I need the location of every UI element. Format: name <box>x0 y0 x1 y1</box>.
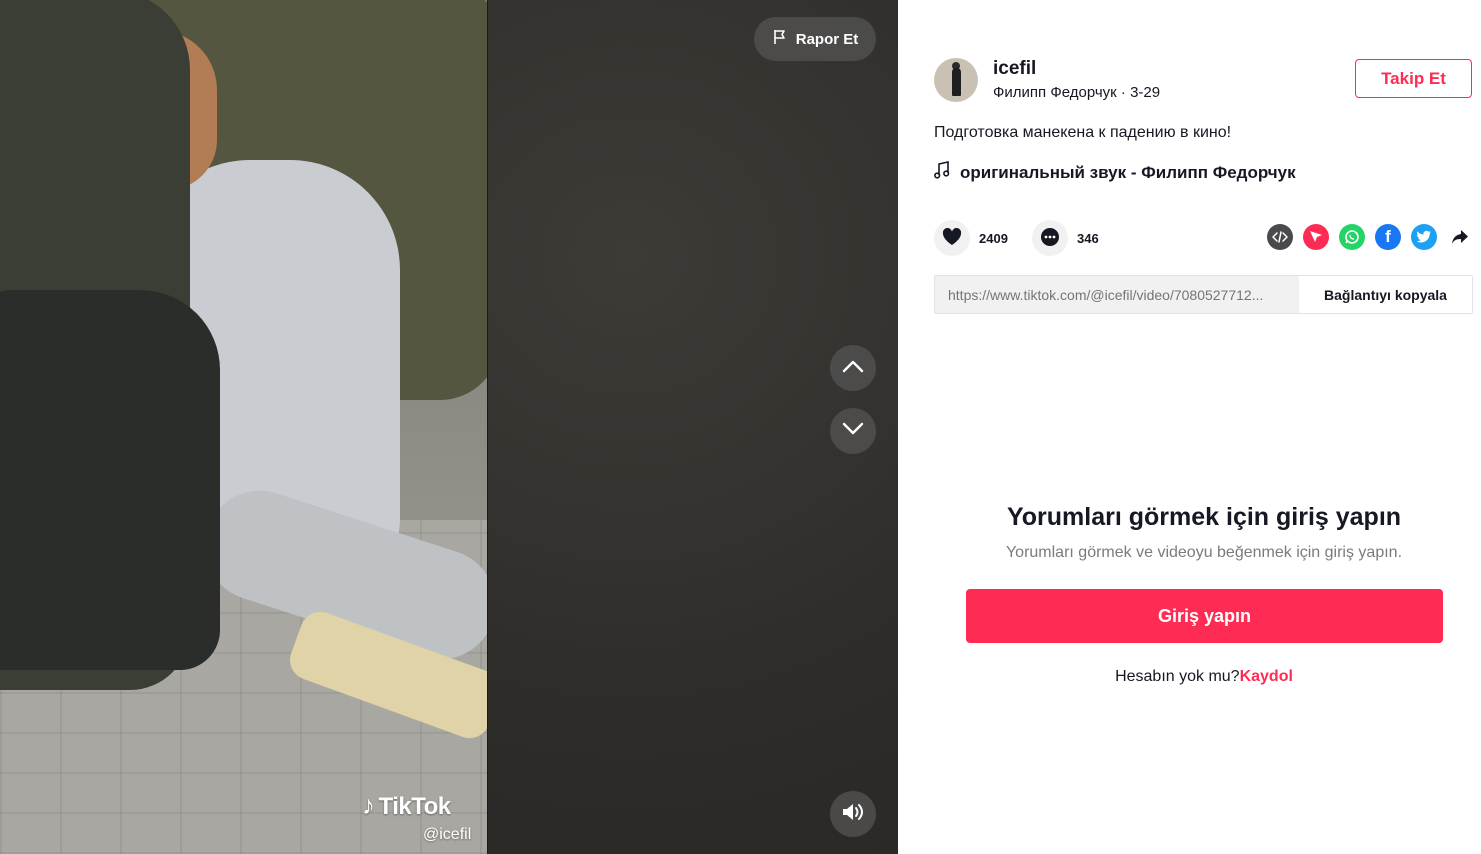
music-link[interactable]: оригинальный звук - Филипп Федорчук <box>934 161 1296 184</box>
comment-button[interactable] <box>1032 220 1068 256</box>
flag-icon <box>772 29 788 49</box>
twitter-icon[interactable] <box>1411 224 1437 250</box>
tiktok-logo-icon: ♪ <box>362 790 375 820</box>
music-title: оригинальный звук - Филипп Федорчук <box>960 162 1296 182</box>
login-title: Yorumları görmek için giriş yapın <box>1006 503 1402 531</box>
watermark-handle: @icefil <box>423 826 472 843</box>
previous-video-button[interactable] <box>830 345 876 391</box>
author-username[interactable]: icefil <box>993 58 1036 80</box>
chevron-down-icon <box>842 422 864 441</box>
avatar-figure <box>952 68 961 96</box>
whatsapp-icon[interactable] <box>1339 224 1365 250</box>
follow-button[interactable]: Takip Et <box>1355 59 1472 98</box>
signup-prompt: Hesabın yok mu? <box>1115 668 1240 685</box>
chevron-up-icon <box>842 359 864 378</box>
send-icon[interactable] <box>1303 224 1329 250</box>
facebook-glyph: f <box>1385 227 1391 246</box>
report-button[interactable]: Rapor Et <box>754 17 876 61</box>
tiktok-watermark-text: TikTok <box>378 793 452 820</box>
next-video-button[interactable] <box>830 408 876 454</box>
video-frame[interactable]: ♪ TikTok @icefil <box>0 0 488 854</box>
music-note-icon <box>934 161 950 184</box>
facebook-icon[interactable]: f <box>1375 224 1401 250</box>
copy-link-button[interactable]: Bağlantıyı kopyala <box>1299 276 1472 313</box>
video-link[interactable]: https://www.tiktok.com/@icefil/video/708… <box>935 287 1299 303</box>
comment-count: 346 <box>1077 230 1099 246</box>
post-date: 3-29 <box>1130 84 1161 101</box>
link-box: https://www.tiktok.com/@icefil/video/708… <box>934 275 1473 314</box>
embed-icon[interactable] <box>1267 224 1293 250</box>
author-subline: Филипп Федорчук · 3-29 <box>993 84 1160 101</box>
signup-link[interactable]: Kaydol <box>1240 668 1293 685</box>
login-subtitle: Yorumları görmek ve videoyu beğenmek içi… <box>1005 544 1403 561</box>
share-icons: f <box>1267 224 1473 250</box>
post-description: Подготовка манекена к падению в кино! <box>934 124 1232 141</box>
like-button[interactable] <box>934 220 970 256</box>
video-panel[interactable]: ♪ TikTok @icefil Rapor Et <box>0 0 898 854</box>
report-label: Rapor Et <box>795 30 859 48</box>
video-person-legs <box>0 290 220 670</box>
separator-dot: · <box>1120 84 1131 101</box>
comment-icon <box>1040 227 1060 250</box>
like-stat: 2409 <box>934 220 1008 256</box>
comment-stat: 346 <box>1032 220 1099 256</box>
volume-button[interactable] <box>830 791 876 837</box>
details-panel: icefil Филипп Федорчук · 3-29 Takip Et П… <box>898 0 1481 854</box>
tiktok-watermark: ♪ TikTok <box>362 790 451 821</box>
login-button[interactable]: Giriş yapın <box>966 589 1443 643</box>
like-count: 2409 <box>979 230 1008 246</box>
share-arrow-icon[interactable] <box>1447 224 1473 250</box>
signup-line: Hesabın yok mu?Kaydol <box>898 668 1481 686</box>
volume-icon <box>841 801 865 828</box>
avatar[interactable] <box>934 58 978 102</box>
author-display-name: Филипп Федорчук <box>993 84 1117 101</box>
heart-icon <box>942 227 962 249</box>
